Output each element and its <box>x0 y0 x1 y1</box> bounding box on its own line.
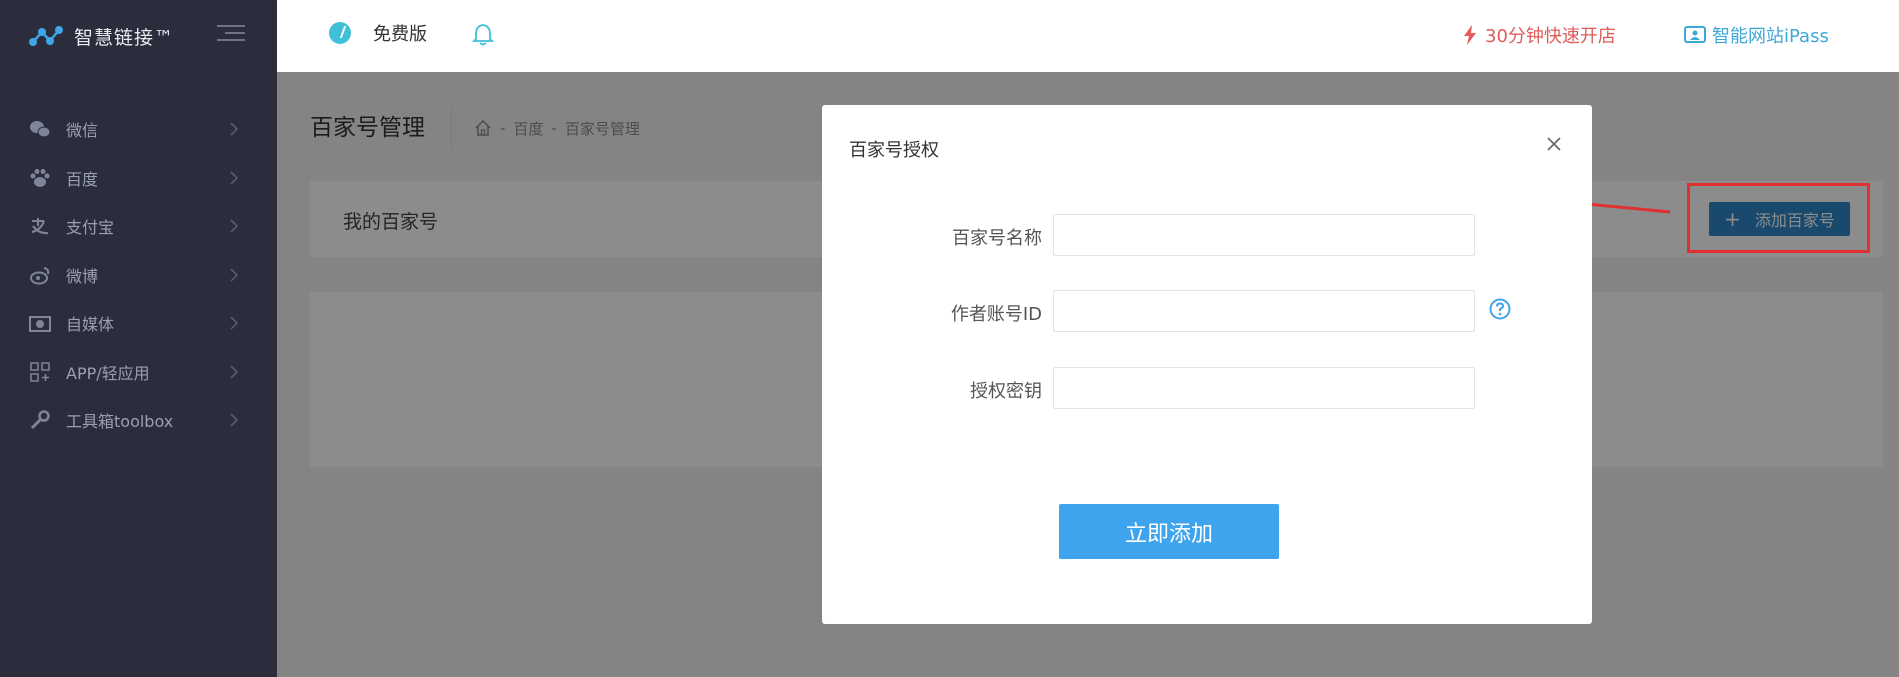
plan-label: 免费版 <box>373 24 427 45</box>
sidebar-nav: 微信 百度 支付宝 微博 自媒体 APP/轻应用 工具箱toolbox <box>0 105 277 445</box>
sidebar-item-label: 微博 <box>66 266 99 286</box>
sidebar-item-label: 自媒体 <box>66 315 115 335</box>
plan-icon <box>329 22 351 44</box>
close-icon[interactable] <box>1545 135 1563 153</box>
brand: 智慧链接™ <box>0 0 277 72</box>
modal-title: 百家号授权 <box>849 140 939 161</box>
chevron-right-icon <box>230 170 239 185</box>
sidebar-item-wechat[interactable]: 微信 <box>0 105 277 154</box>
baijiahao-name-input[interactable] <box>1053 214 1475 256</box>
form-row-author-id: 作者账号ID <box>822 290 1592 332</box>
field-label: 授权密钥 <box>970 381 1042 402</box>
brand-name: 智慧链接™ <box>74 26 175 49</box>
camera-icon <box>28 313 52 333</box>
annotation-highlight-box <box>1687 183 1870 253</box>
promo-label: 30分钟快速开店 <box>1485 26 1616 47</box>
field-label: 作者账号ID <box>950 304 1042 325</box>
plan-indicator[interactable]: 免费版 <box>329 20 427 46</box>
ipass-link[interactable]: 智能网站iPass <box>1684 22 1829 48</box>
chevron-right-icon <box>230 364 239 379</box>
bell-icon[interactable] <box>472 22 494 46</box>
sidebar: 智慧链接™ 微信 百度 支付宝 微博 自媒体 APP/轻应用 工具箱toolbo… <box>0 0 277 677</box>
form-row-name: 百家号名称 <box>822 214 1592 256</box>
sidebar-item-label: 微信 <box>66 121 99 141</box>
paw-icon <box>28 168 52 188</box>
chevron-right-icon <box>230 122 239 136</box>
field-label: 百家号名称 <box>952 228 1042 249</box>
wechat-icon <box>28 119 52 139</box>
sidebar-item-label: 工具箱toolbox <box>66 412 174 432</box>
sidebar-item-label: 百度 <box>66 169 99 189</box>
author-id-input[interactable] <box>1053 290 1475 332</box>
quick-open-store-link[interactable]: 30分钟快速开店 <box>1463 22 1616 48</box>
ipass-label: 智能网站iPass <box>1712 26 1829 47</box>
menu-toggle-icon[interactable] <box>217 25 245 45</box>
sidebar-item-label: APP/轻应用 <box>66 363 150 383</box>
auth-secret-input[interactable] <box>1053 367 1475 409</box>
topbar: 免费版 30分钟快速开店 智能网站iPass <box>277 0 1899 72</box>
alipay-icon <box>28 216 52 236</box>
submit-add-button[interactable]: 立即添加 <box>1059 504 1279 559</box>
app-grid-icon <box>28 362 52 382</box>
chevron-right-icon <box>230 316 239 330</box>
sidebar-item-app[interactable]: APP/轻应用 <box>0 348 277 397</box>
lightning-icon <box>1464 25 1476 45</box>
sidebar-item-label: 支付宝 <box>66 218 115 238</box>
sidebar-item-media[interactable]: 自媒体 <box>0 299 277 348</box>
sidebar-item-alipay[interactable]: 支付宝 <box>0 202 277 251</box>
chevron-right-icon <box>230 267 239 282</box>
authorize-modal: 百家号授权 百家号名称 作者账号ID 授权密钥 立即添加 <box>822 105 1592 624</box>
help-icon[interactable] <box>1489 298 1511 320</box>
sidebar-item-baidu[interactable]: 百度 <box>0 154 277 203</box>
sidebar-item-weibo[interactable]: 微博 <box>0 251 277 300</box>
weibo-icon <box>28 265 52 285</box>
form-row-secret: 授权密钥 <box>822 367 1592 409</box>
monitor-icon <box>1684 26 1706 43</box>
chevron-right-icon <box>230 219 239 233</box>
chevron-right-icon <box>230 413 239 427</box>
brand-logo-icon <box>28 24 64 48</box>
sidebar-item-toolbox[interactable]: 工具箱toolbox <box>0 396 277 445</box>
wrench-icon <box>28 410 52 430</box>
